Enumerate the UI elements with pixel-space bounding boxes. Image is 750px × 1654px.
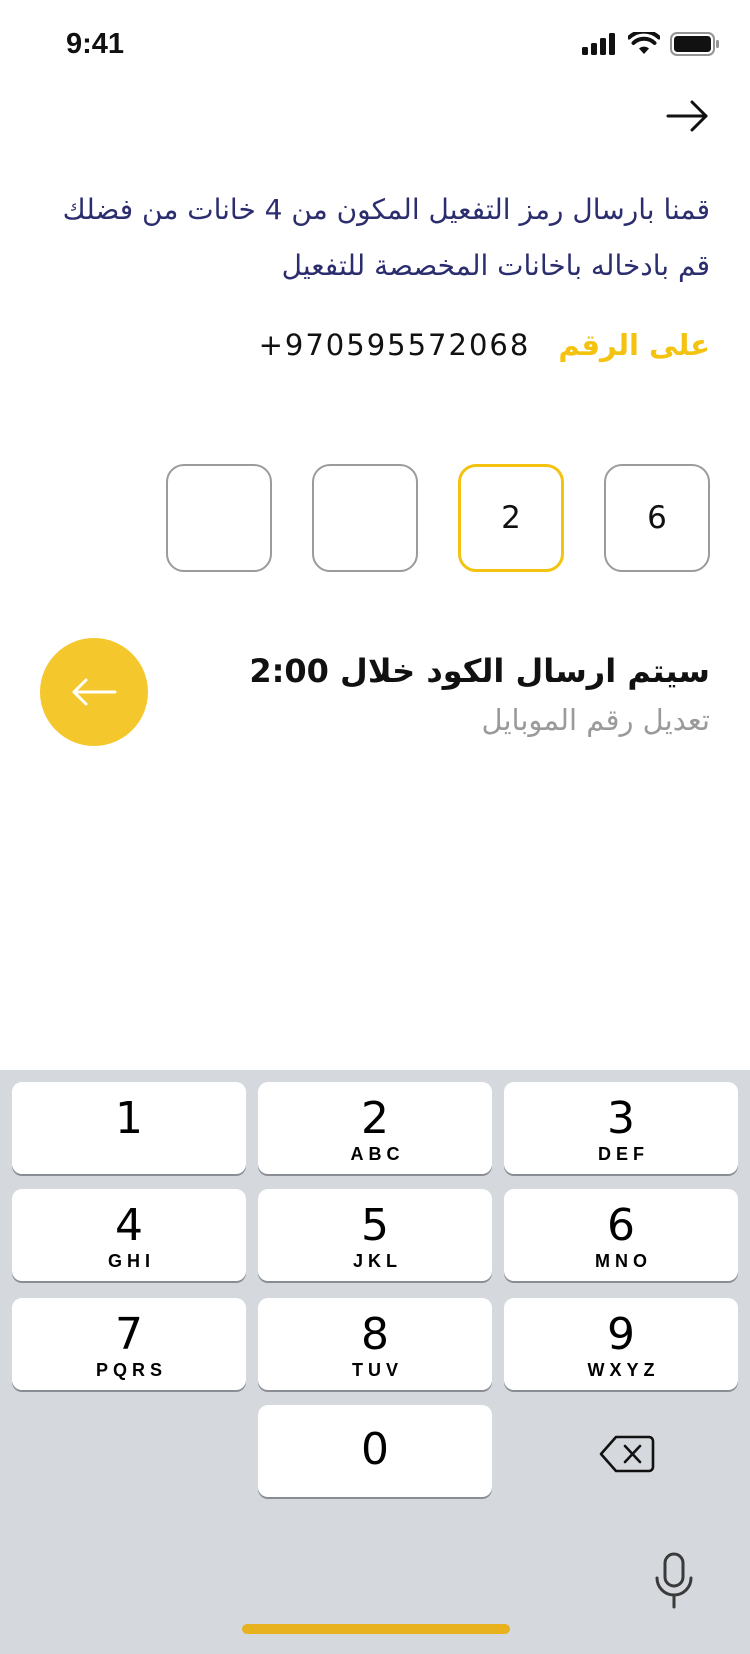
arrow-right-icon[interactable] [664, 92, 712, 140]
key-2[interactable]: 2 ABC [258, 1082, 492, 1174]
submit-button[interactable] [40, 638, 148, 746]
key-5[interactable]: 5 JKL [258, 1189, 492, 1281]
wifi-icon [628, 32, 660, 54]
phone-number: +970595572068 [258, 328, 531, 362]
signal-icon [582, 33, 615, 55]
key-digit: 2 [361, 1093, 389, 1144]
home-indicator [242, 1624, 510, 1634]
key-digit: 9 [607, 1309, 635, 1360]
battery-icon [670, 32, 719, 56]
key-1[interactable]: 1 [12, 1082, 246, 1174]
key-digit: 1 [115, 1093, 143, 1144]
resend-timer: سيتم ارسال الكود خلال 2:00 [249, 652, 710, 690]
phone-label: على الرقم [558, 328, 710, 362]
key-digit: 7 [115, 1309, 143, 1360]
key-digit: 3 [607, 1093, 635, 1144]
key-digit: 5 [361, 1200, 389, 1251]
key-letters: PQRS [95, 1360, 167, 1380]
key-letters: DEF [598, 1144, 649, 1164]
backspace-icon[interactable] [599, 1434, 655, 1474]
instruction-line-1: قمنا بارسال رمز التفعيل المكون من 4 خانا… [62, 193, 710, 226]
key-8[interactable]: 8 TUV [258, 1298, 492, 1390]
key-letters: JKL [352, 1251, 402, 1271]
key-6[interactable]: 6 MNO [504, 1189, 738, 1281]
instruction-text: قمنا بارسال رمز التفعيل المكون من 4 خانا… [20, 182, 710, 294]
key-letters: WXYZ [587, 1360, 660, 1380]
code-digit-2[interactable]: 2 [458, 464, 564, 572]
status-bar: 9:41 [0, 0, 750, 94]
edit-phone-link[interactable]: تعديل رقم الموبايل [481, 703, 710, 737]
code-input-group: 6 2 [166, 464, 710, 572]
key-7[interactable]: 7 PQRS [12, 1298, 246, 1390]
code-digit-1[interactable]: 6 [604, 464, 710, 572]
instruction-line-2: قم بادخاله باخانات المخصصة للتفعيل [281, 249, 710, 282]
key-letters: TUV [352, 1360, 403, 1380]
key-0[interactable]: 0 [258, 1405, 492, 1497]
key-9[interactable]: 9 WXYZ [504, 1298, 738, 1390]
status-icons [582, 32, 720, 56]
status-time: 9:41 [66, 28, 125, 60]
key-digit: 0 [361, 1424, 389, 1475]
key-4[interactable]: 4 GHI [12, 1189, 246, 1281]
key-letters: ABC [350, 1144, 405, 1164]
key-digit: 4 [115, 1200, 143, 1251]
key-letters: MNO [595, 1251, 652, 1271]
code-digit-3[interactable] [312, 464, 418, 572]
arrow-left-icon [72, 678, 117, 706]
key-3[interactable]: 3 DEF [504, 1082, 738, 1174]
code-digit-4[interactable] [166, 464, 272, 572]
key-digit: 6 [607, 1200, 635, 1251]
key-letters: GHI [107, 1251, 155, 1271]
microphone-icon[interactable] [654, 1552, 694, 1610]
key-digit: 8 [361, 1309, 389, 1360]
phone-row: على الرقم +970595572068 [259, 328, 710, 362]
